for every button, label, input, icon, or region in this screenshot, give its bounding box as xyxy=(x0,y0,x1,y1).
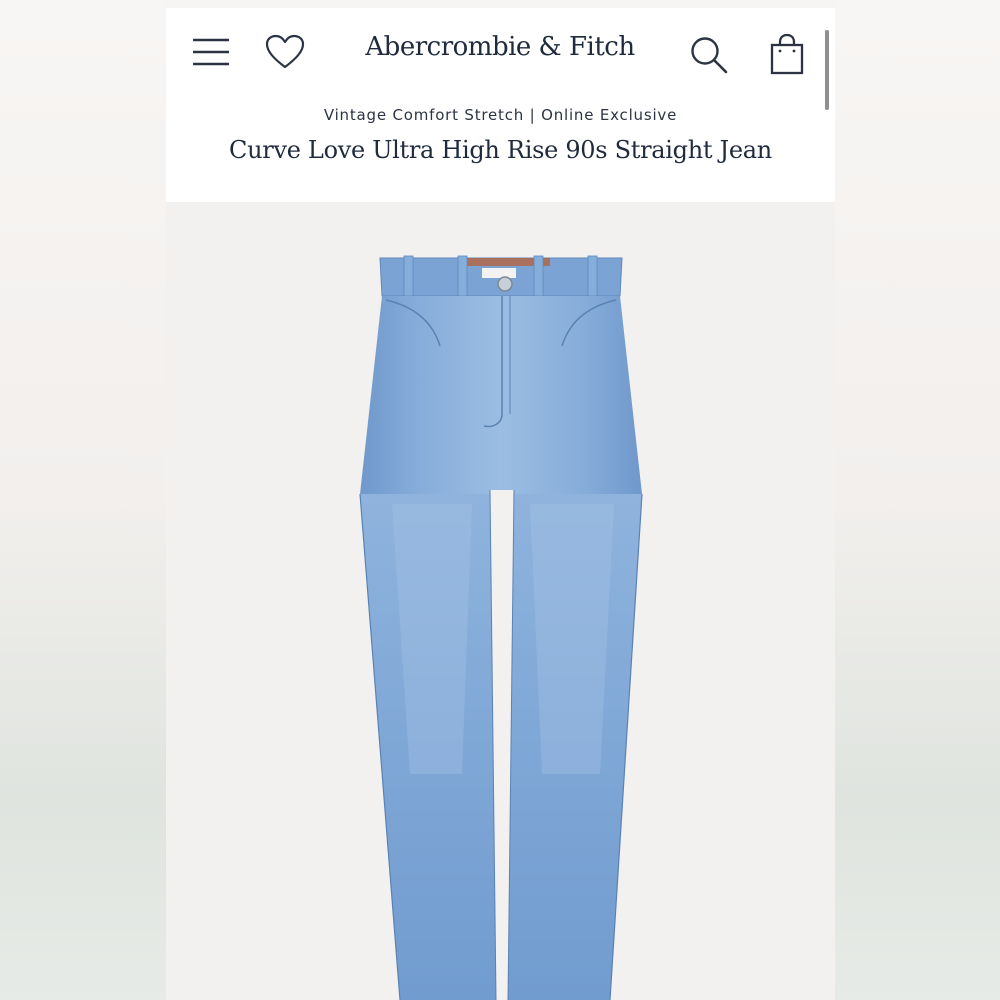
wishlist-button[interactable] xyxy=(262,32,308,72)
hamburger-menu-icon xyxy=(193,38,229,66)
jeans-image xyxy=(359,255,643,1000)
search-button[interactable] xyxy=(686,32,732,78)
product-image[interactable] xyxy=(166,202,835,1000)
heart-icon xyxy=(265,34,305,69)
background-right xyxy=(835,0,1000,1000)
shopping-bag-icon xyxy=(770,33,804,75)
search-icon xyxy=(691,37,728,74)
scrollbar[interactable] xyxy=(825,30,829,110)
site-header: Abercrombie & Fitch xyxy=(166,8,835,94)
bag-button[interactable] xyxy=(764,30,810,78)
background-left xyxy=(0,0,166,1000)
product-title: Curve Love Ultra High Rise 90s Straight … xyxy=(229,136,772,164)
menu-button[interactable] xyxy=(188,32,234,72)
product-subtitle: Vintage Comfort Stretch | Online Exclusi… xyxy=(323,106,678,124)
brand-logo[interactable]: Abercrombie & Fitch xyxy=(336,32,664,62)
product-page: Abercrombie & Fitch Vintage Comfort Stre… xyxy=(166,8,835,1000)
